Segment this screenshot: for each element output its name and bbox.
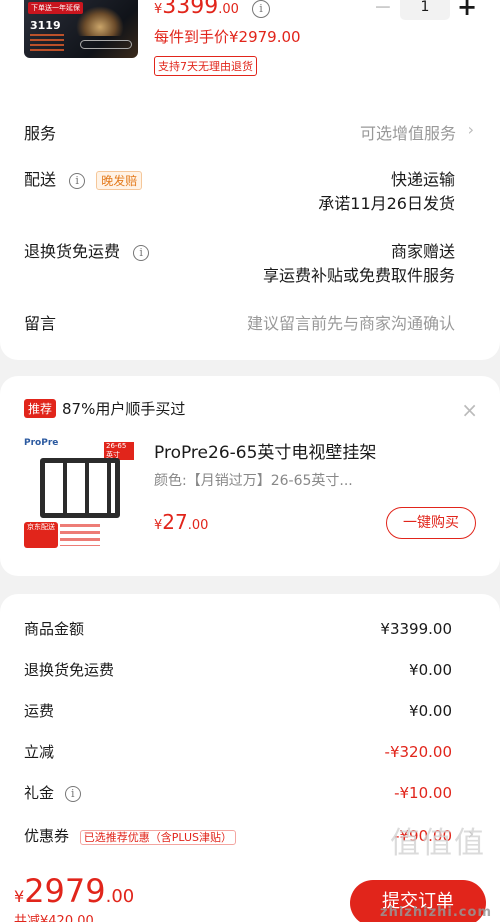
return-policy-tag: 支持7天无理由退货 — [154, 56, 257, 76]
recommend-badge: 推荐 — [24, 399, 57, 418]
delivery-info-icon[interactable]: i — [69, 172, 86, 189]
wall-mount-graphic — [40, 458, 120, 518]
recommend-variant: 颜色:【月销过万】26-65英寸... — [154, 473, 353, 489]
thumb-tag — [80, 40, 132, 49]
recommend-card: 推荐 87%用户顺手买过 × ProPre 26-65英寸 京东配送 ProPr… — [0, 376, 500, 576]
chevron-right-icon[interactable]: › — [468, 120, 474, 139]
summary-row-goods: 商品金额 ¥3399.00 — [24, 618, 452, 639]
message-label: 留言 — [24, 314, 57, 333]
gift-label: 礼金 — [24, 784, 55, 802]
gift-label-group: 礼金 i — [24, 782, 81, 803]
freight-label: 运费 — [24, 702, 55, 720]
gift-value: -¥10.00 — [394, 783, 452, 802]
return-info-icon[interactable]: i — [133, 244, 150, 261]
thumb-badge: 下单送一年延保 — [28, 2, 83, 14]
delivery-method[interactable]: 快递运输 — [391, 166, 455, 190]
watermark-text: zhizhizhi.com — [380, 905, 492, 920]
summary-row-gift: 礼金 i -¥10.00 — [24, 782, 452, 803]
coupon-label-group: 优惠券 已选推荐优惠（含PLUS津贴） — [24, 825, 237, 846]
return-fee-label: 退换货免运费 — [24, 661, 115, 679]
discount-label: 立减 — [24, 743, 55, 761]
delivery-label: 配送 — [24, 170, 57, 189]
return-fee-value: ¥0.00 — [409, 660, 452, 679]
goods-amount-value: ¥3399.00 — [380, 619, 452, 638]
summary-row-discount: 立减 -¥320.00 — [24, 741, 452, 762]
thumb-decoration — [30, 34, 64, 52]
quantity-input[interactable]: 1 — [400, 0, 450, 20]
increase-button[interactable]: + — [456, 0, 478, 21]
return-value-1: 商家赠送 — [390, 242, 455, 261]
service-value[interactable]: 可选增值服务 — [360, 120, 456, 144]
message-input[interactable]: 建议留言前先与商家沟通确认 — [247, 310, 455, 334]
recommend-product-image[interactable]: ProPre 26-65英寸 京东配送 — [24, 438, 134, 554]
total-saved: 共减¥420.00 — [14, 914, 94, 922]
image-feature-lines — [60, 524, 100, 546]
return-value-2: 享运费补贴或免费取件服务 — [262, 266, 455, 285]
hand-price: 每件到手价¥2979.00 — [154, 28, 301, 46]
service-label: 服务 — [24, 124, 57, 143]
goods-amount-label: 商品金额 — [24, 620, 85, 638]
late-compensation-tag: 晚发赔 — [96, 171, 143, 190]
thumb-eagle-graphic — [76, 6, 124, 36]
total-price: ¥2979.00 — [14, 872, 135, 910]
quick-buy-button[interactable]: 一键购买 — [386, 507, 476, 539]
image-brand: ProPre — [24, 438, 59, 448]
jd-delivery-badge: 京东配送 — [24, 522, 58, 548]
recommend-headline: 87%用户顺手买过 — [62, 400, 186, 418]
gift-info-icon[interactable]: i — [64, 785, 81, 802]
price-info-icon[interactable]: i — [252, 0, 271, 18]
recommend-header: 推荐 87%用户顺手买过 — [24, 398, 185, 419]
quantity-stepper: − 1 + — [372, 0, 478, 21]
recommend-price: ¥27.00 — [154, 510, 209, 534]
return-free-label: 退换货免运费 — [24, 242, 121, 261]
product-price: ¥3399.00 i — [154, 0, 271, 19]
order-item-card: 下单送一年延保 3119 ¥3399.00 i 每件到手价¥2979.00 支持… — [0, 0, 500, 360]
coupon-label: 优惠券 — [24, 827, 70, 845]
thumb-number: 3119 — [30, 19, 61, 32]
recommend-title[interactable]: ProPre26-65英寸电视壁挂架 — [154, 438, 376, 463]
delivery-promise: 承诺11月26日发货 — [318, 194, 455, 213]
delivery-row: 配送 i 晚发赔 — [24, 166, 143, 190]
return-row: 退换货免运费 i — [24, 238, 150, 262]
checkout-bar: ¥2979.00 共减¥420.00 提交订单 zhizhizhi.com — [0, 866, 500, 922]
decrease-button[interactable]: − — [372, 0, 394, 20]
summary-row-return: 退换货免运费 ¥0.00 — [24, 659, 452, 680]
close-icon[interactable]: × — [461, 398, 478, 422]
watermark-logo: 值值值 — [390, 826, 486, 861]
summary-row-coupon[interactable]: 优惠券 已选推荐优惠（含PLUS津贴） -¥90.00 — [24, 825, 452, 846]
summary-row-freight: 运费 ¥0.00 — [24, 700, 452, 721]
product-thumbnail[interactable]: 下单送一年延保 3119 — [24, 0, 138, 58]
freight-value: ¥0.00 — [409, 701, 452, 720]
discount-value: -¥320.00 — [384, 742, 452, 761]
coupon-selected-tag: 已选推荐优惠（含PLUS津贴） — [79, 830, 237, 845]
